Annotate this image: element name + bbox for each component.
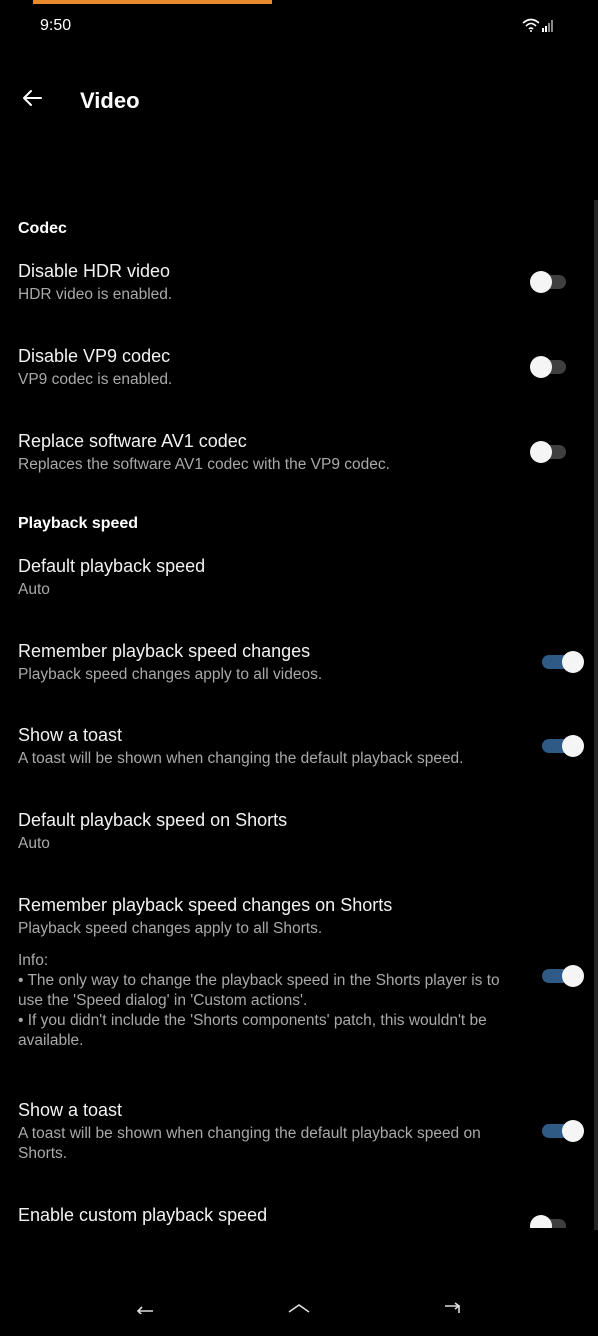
pref-summary: VP9 codec is enabled.	[18, 371, 173, 388]
toggle-thumb	[562, 965, 584, 987]
pref-title: Default playback speed on Shorts	[18, 810, 288, 830]
toggle-enable-custom-playback-speed[interactable]	[530, 1212, 566, 1228]
pref-default-playback-speed[interactable]: Default playback speed Auto	[18, 554, 518, 600]
pref-summary: A toast will be shown when changing the …	[18, 1125, 481, 1162]
toggle-disable-vp9-codec[interactable]	[530, 353, 566, 381]
pref-enable-custom-playback-speed[interactable]: Enable custom playback speed	[18, 1203, 518, 1227]
pref-summary: Playback speed changes apply to all Shor…	[18, 920, 323, 937]
toggle-thumb	[530, 356, 552, 378]
nav-back-button[interactable]	[130, 1298, 160, 1320]
pref-summary: Auto	[18, 581, 50, 598]
toggle-show-a-toast-shorts[interactable]	[540, 1117, 584, 1145]
pref-title: Disable HDR video	[18, 261, 171, 281]
wifi-icon	[522, 18, 540, 37]
toggle-show-a-toast[interactable]	[540, 732, 584, 760]
nav-recents-icon	[443, 1300, 463, 1319]
pref-title: Disable VP9 codec	[18, 346, 171, 366]
pref-replace-software-av1-codec[interactable]: Replace software AV1 codec Replaces the …	[18, 429, 518, 475]
toggle-thumb	[562, 651, 584, 673]
pref-title: Enable custom playback speed	[18, 1205, 268, 1225]
pref-show-a-toast[interactable]: Show a toast A toast will be shown when …	[18, 723, 518, 769]
pref-title: Show a toast	[18, 725, 123, 745]
status-bar: 9:50	[0, 0, 598, 54]
pref-title: Remember playback speed changes	[18, 641, 311, 661]
scrollbar[interactable]	[594, 200, 598, 1230]
arrow-left-icon	[20, 86, 44, 115]
toggle-remember-playback-speed-changes-shorts[interactable]	[540, 962, 584, 990]
app-bar: Video	[0, 70, 598, 130]
pref-summary: A toast will be shown when changing the …	[18, 750, 464, 767]
nav-home-button[interactable]	[284, 1298, 314, 1320]
pref-info-line: • The only way to change the playback sp…	[18, 972, 500, 1009]
pref-summary: Auto	[18, 835, 50, 852]
pref-disable-hdr-video[interactable]: Disable HDR video HDR video is enabled.	[18, 259, 518, 305]
toggle-remember-playback-speed-changes[interactable]	[540, 648, 584, 676]
pref-summary: Replaces the software AV1 codec with the…	[18, 456, 390, 473]
pref-title: Default playback speed	[18, 556, 206, 576]
pref-remember-playback-speed-changes-shorts[interactable]: Remember playback speed changes on Short…	[18, 893, 518, 1051]
toggle-thumb	[562, 735, 584, 757]
section-header-playback-speed: Playback speed	[18, 515, 139, 532]
pref-disable-vp9-codec[interactable]: Disable VP9 codec VP9 codec is enabled.	[18, 344, 518, 390]
pref-default-playback-speed-shorts[interactable]: Default playback speed on Shorts Auto	[18, 808, 518, 854]
nav-back-icon	[135, 1300, 155, 1319]
toggle-thumb	[530, 441, 552, 463]
toggle-thumb	[562, 1120, 584, 1142]
signal-icon	[542, 19, 554, 37]
pref-title: Remember playback speed changes on Short…	[18, 895, 393, 915]
pref-info-title: Info:	[18, 952, 49, 969]
section-header-codec: Codec	[18, 220, 67, 237]
pref-title: Show a toast	[18, 1100, 123, 1120]
toggle-disable-hdr-video[interactable]	[530, 268, 566, 296]
toggle-thumb	[530, 1215, 552, 1228]
status-icons	[522, 18, 554, 37]
system-nav-bar	[0, 1290, 598, 1330]
toggle-replace-software-av1-codec[interactable]	[530, 438, 566, 466]
pref-remember-playback-speed-changes[interactable]: Remember playback speed changes Playback…	[18, 639, 518, 685]
pref-info-line: • If you didn't include the 'Shorts comp…	[18, 1012, 487, 1049]
status-time: 9:50	[40, 17, 72, 34]
pref-show-a-toast-shorts[interactable]: Show a toast A toast will be shown when …	[18, 1098, 518, 1164]
nav-recents-button[interactable]	[438, 1298, 468, 1320]
pref-summary: Playback speed changes apply to all vide…	[18, 666, 323, 683]
page-title: Video	[80, 88, 140, 113]
nav-home-icon	[287, 1300, 311, 1319]
pref-summary: HDR video is enabled.	[18, 286, 173, 303]
back-button[interactable]	[14, 82, 50, 118]
toggle-thumb	[530, 271, 552, 293]
pref-title: Replace software AV1 codec	[18, 431, 247, 451]
